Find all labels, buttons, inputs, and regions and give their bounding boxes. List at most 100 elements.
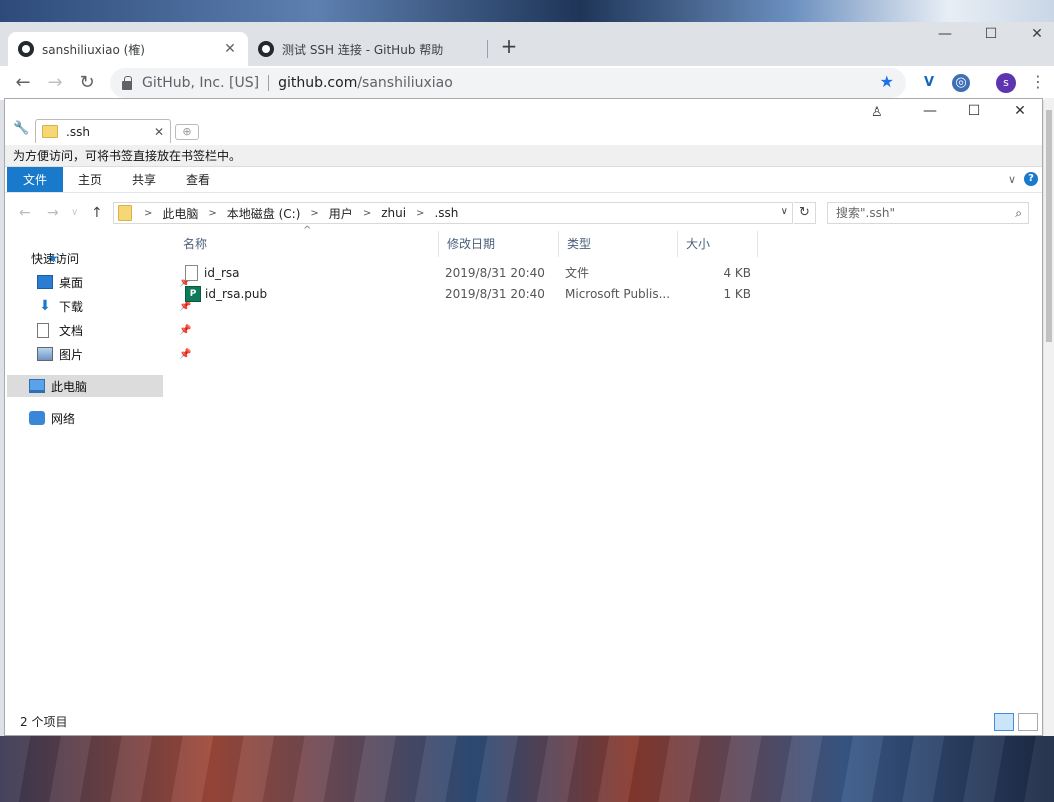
breadcrumb-item[interactable]: .ssh	[428, 206, 464, 220]
file-date: 2019/8/31 20:40	[445, 287, 545, 301]
desktop-icon	[37, 275, 53, 289]
nav-item-network[interactable]: 网络	[29, 407, 75, 429]
help-icon[interactable]: ?	[1024, 172, 1038, 186]
browser-tab-active[interactable]: sanshiliuxiao (榷) ✕	[8, 32, 248, 66]
explorer-back-icon[interactable]: ←	[19, 205, 31, 221]
folder-icon	[42, 125, 58, 138]
ribbon-tabs: 文件 主页 共享 查看 ∨ ?	[5, 167, 1042, 193]
nav-label: 文档	[59, 323, 84, 338]
breadcrumb-item[interactable]: 用户	[323, 205, 359, 222]
file-explorer-window: 🔧 .ssh ✕ ⊕ ♙ — ☐ ✕ 为方便访问，可将书签直接放在书签栏中。 文…	[4, 98, 1043, 736]
github-icon	[18, 41, 34, 57]
status-bar: 2 个项目	[5, 711, 1042, 733]
url-text: github.com/sanshiliuxiao	[278, 75, 453, 91]
details-view-icon[interactable]	[994, 713, 1014, 731]
column-header-name[interactable]: 名称	[175, 231, 439, 257]
breadcrumb-separator-icon[interactable]: >	[204, 208, 220, 219]
site-identity: GitHub, Inc. [US]	[142, 75, 260, 91]
breadcrumb[interactable]: > 此电脑 > 本地磁盘 (C:) > 用户 > zhui > .ssh ∨	[113, 202, 793, 224]
folder-icon	[118, 205, 132, 221]
nav-item-this-pc[interactable]: 此电脑	[7, 375, 163, 397]
star-icon: ★	[47, 251, 59, 265]
chrome-menu-icon[interactable]: ⋮	[1030, 72, 1046, 91]
file-type: Microsoft Publis...	[565, 287, 671, 301]
breadcrumb-separator-icon[interactable]: >	[140, 208, 156, 219]
profile-avatar[interactable]: s	[996, 73, 1016, 93]
address-dropdown-icon[interactable]: ∨	[781, 206, 788, 217]
tab-strip: sanshiliuxiao (榷) ✕ 测试 SSH 连接 - GitHub 帮…	[0, 22, 1054, 66]
maximize-button[interactable]: ☐	[968, 26, 1014, 48]
tab-close-icon[interactable]: ✕	[222, 41, 238, 57]
scrollbar-thumb[interactable]	[1046, 110, 1052, 342]
column-header-size[interactable]: 大小	[678, 231, 758, 257]
nav-item-pictures[interactable]: 图片 📌	[37, 343, 191, 365]
extension-globe-icon[interactable]: ◎	[952, 74, 970, 92]
search-input[interactable]: 搜索".ssh" ⌕	[827, 202, 1029, 224]
file-size: 4 KB	[723, 266, 751, 280]
breadcrumb-item[interactable]: 此电脑	[156, 205, 204, 222]
explorer-new-tab-button[interactable]: ⊕	[175, 124, 199, 140]
file-row[interactable]: id_rsa 2019/8/31 20:40 文件 4 KB	[175, 263, 755, 283]
browser-tab-inactive[interactable]: 测试 SSH 连接 - GitHub 帮助	[248, 32, 488, 66]
refresh-icon[interactable]: ↻	[794, 202, 816, 224]
item-count: 2 个项目	[20, 715, 68, 729]
nav-label: 图片	[59, 347, 84, 362]
explorer-minimize-button[interactable]: —	[907, 103, 953, 119]
download-icon: ⬇	[39, 298, 51, 314]
forward-arrow-icon[interactable]: →	[44, 72, 66, 94]
omnibox-separator	[268, 75, 270, 91]
document-icon	[37, 322, 49, 338]
close-window-button[interactable]: ✕	[1014, 26, 1054, 48]
publisher-file-icon: P	[185, 286, 201, 302]
large-icons-view-icon[interactable]	[1018, 713, 1038, 731]
up-arrow-icon[interactable]: ↑	[91, 205, 103, 221]
desktop-background-bottom	[0, 736, 1054, 802]
explorer-forward-icon[interactable]: →	[47, 205, 59, 221]
breadcrumb-separator-icon[interactable]: >	[359, 208, 375, 219]
column-header-date[interactable]: 修改日期	[439, 231, 559, 257]
nav-item-downloads[interactable]: ⬇ 下载 📌	[37, 295, 191, 317]
address-bar[interactable]: GitHub, Inc. [US] github.com/sanshiliuxi…	[110, 68, 906, 98]
explorer-tab-close-icon[interactable]: ✕	[154, 125, 164, 139]
search-placeholder: 搜索".ssh"	[836, 206, 895, 220]
blank-file-icon	[185, 265, 198, 281]
address-row: ← → ∨ ↑ > 此电脑 > 本地磁盘 (C:) > 用户 > zhui > …	[5, 201, 1042, 227]
url-path: /sanshiliuxiao	[357, 75, 453, 91]
nav-label: 下载	[59, 299, 84, 314]
breadcrumb-item[interactable]: zhui	[375, 206, 412, 220]
new-tab-button[interactable]: +	[498, 36, 520, 58]
ribbon-tab-home[interactable]: 主页	[63, 167, 117, 192]
reload-icon[interactable]: ↻	[76, 72, 98, 94]
explorer-tab[interactable]: .ssh ✕	[35, 119, 171, 143]
ribbon-tab-file[interactable]: 文件	[7, 167, 63, 192]
user-icon[interactable]: ♙	[871, 105, 883, 120]
breadcrumb-separator-icon[interactable]: >	[412, 208, 428, 219]
explorer-close-button[interactable]: ✕	[997, 103, 1043, 119]
ribbon-tab-view[interactable]: 查看	[171, 167, 225, 192]
browser-toolbar: ← → ↻ GitHub, Inc. [US] github.com/sansh…	[0, 66, 1054, 100]
nav-quick-access[interactable]: ★ 快速访问	[31, 247, 79, 269]
ribbon-tab-share[interactable]: 共享	[117, 167, 171, 192]
ribbon-expand-icon[interactable]: ∨	[1008, 173, 1016, 186]
tab-title: sanshiliuxiao (榷)	[42, 42, 145, 57]
file-row[interactable]: P id_rsa.pub 2019/8/31 20:40 Microsoft P…	[175, 284, 755, 304]
breadcrumb-separator-icon[interactable]: >	[306, 208, 322, 219]
extension-v-icon[interactable]: V	[920, 74, 938, 92]
file-size: 1 KB	[723, 287, 751, 301]
column-header-type[interactable]: 类型	[559, 231, 678, 257]
pictures-icon	[37, 347, 53, 361]
navigation-pane: ★ 快速访问 桌面 📌 ⬇ 下载 📌 文档 📌 图片 📌 此电脑 网络	[5, 231, 191, 701]
wrench-icon[interactable]: 🔧	[13, 121, 29, 136]
desktop-background-top	[0, 0, 1054, 22]
bookmark-star-icon[interactable]: ★	[880, 72, 894, 91]
nav-label: 网络	[51, 411, 76, 426]
minimize-button[interactable]: —	[922, 26, 968, 48]
nav-item-desktop[interactable]: 桌面 📌	[37, 271, 191, 293]
search-icon[interactable]: ⌕	[1015, 203, 1022, 223]
computer-icon	[29, 379, 45, 393]
explorer-maximize-button[interactable]: ☐	[951, 103, 997, 119]
back-arrow-icon[interactable]: ←	[12, 72, 34, 94]
nav-item-documents[interactable]: 文档 📌	[37, 319, 191, 341]
breadcrumb-item[interactable]: 本地磁盘 (C:)	[221, 205, 307, 222]
recent-dropdown-icon[interactable]: ∨	[71, 207, 78, 218]
